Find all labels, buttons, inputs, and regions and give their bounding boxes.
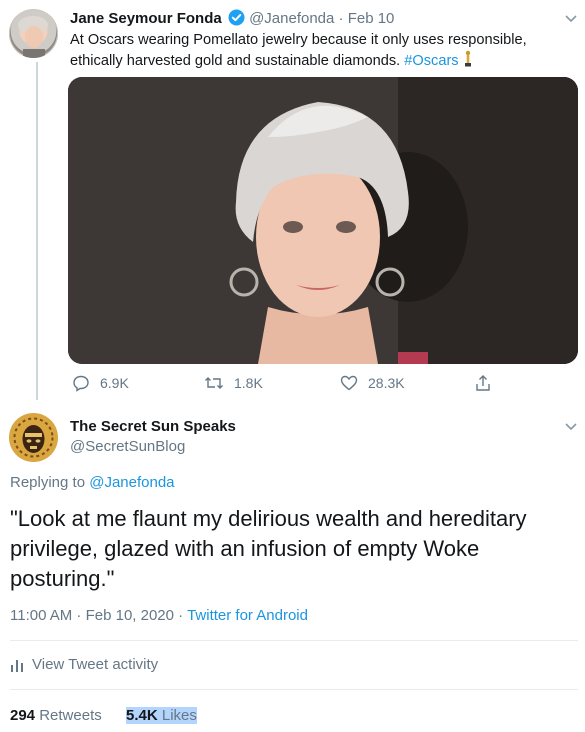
reply-icon <box>73 375 89 392</box>
tweet-photo[interactable] <box>68 77 578 364</box>
verified-badge-icon <box>228 9 245 30</box>
likes-stat[interactable]: 5.4K Likes <box>126 707 197 724</box>
hashtag-link[interactable]: #Oscars <box>404 53 458 69</box>
retweets-stat[interactable]: 294 Retweets <box>10 707 102 724</box>
tweet-text-line: privilege, glazed with an infusion of em… <box>10 536 480 561</box>
tweet-meta: 11:00 AM · Feb 10, 2020 · Twitter for An… <box>10 607 308 624</box>
reply-count: 6.9K <box>100 375 129 391</box>
tweet-date[interactable]: Feb 10 <box>348 10 395 27</box>
separator-dot: · <box>178 607 184 624</box>
heart-icon <box>340 375 358 391</box>
tweet-text: "Look at me flaunt my delirious wealth a… <box>10 504 527 594</box>
reply-action[interactable]: 6.9K <box>72 374 129 392</box>
portrait-image <box>68 77 578 364</box>
view-activity-button[interactable]: View Tweet activity <box>10 656 158 673</box>
tweet-timestamp[interactable]: 11:00 AM · Feb 10, 2020 <box>10 607 174 624</box>
separator-dot: · <box>338 10 344 27</box>
retweets-count: 294 <box>10 707 36 724</box>
oscar-trophy-icon <box>463 50 473 74</box>
share-icon[interactable] <box>474 374 492 392</box>
author-handle[interactable]: @SecretSunBlog <box>70 438 185 455</box>
tweet-text-line: ethically harvested gold and sustainable… <box>70 53 401 69</box>
tweet-header: Jane Seymour Fonda @Janefonda · Feb 10 <box>70 9 394 30</box>
tweet-source-link[interactable]: Twitter for Android <box>187 607 308 624</box>
avatar-image-icon <box>9 9 58 58</box>
author-handle[interactable]: @Janefonda <box>249 10 334 27</box>
retweet-icon <box>205 377 223 389</box>
tweet-text-line: "Look at me flaunt my delirious wealth a… <box>10 506 527 531</box>
divider <box>10 689 578 690</box>
chevron-down-icon[interactable] <box>563 418 579 434</box>
like-count: 28.3K <box>368 375 405 391</box>
like-action[interactable]: 28.3K <box>340 374 405 392</box>
avatar-secretsunblog[interactable] <box>9 413 58 462</box>
tweet-text: At Oscars wearing Pomellato jewelry beca… <box>70 31 527 74</box>
tweet-text-line: At Oscars wearing Pomellato jewelry beca… <box>70 32 527 48</box>
view-activity-label: View Tweet activity <box>32 656 159 673</box>
author-name[interactable]: The Secret Sun Speaks <box>70 418 236 435</box>
replying-to-link[interactable]: @Janefonda <box>89 474 174 491</box>
replying-prefix: Replying to <box>10 474 86 491</box>
likes-label: Likes <box>161 707 197 724</box>
retweets-label: Retweets <box>39 707 102 724</box>
tweet-text-line: posturing." <box>10 566 115 591</box>
likes-count: 5.4K <box>126 707 158 724</box>
mask-avatar-icon <box>9 413 58 462</box>
replying-to: Replying to @Janefonda <box>10 474 175 491</box>
thread-connector <box>36 62 38 400</box>
avatar-janefonda[interactable] <box>9 9 58 58</box>
divider <box>10 640 578 641</box>
chevron-down-icon[interactable] <box>563 10 579 26</box>
retweet-count: 1.8K <box>234 375 263 391</box>
author-name[interactable]: Jane Seymour Fonda <box>70 10 222 27</box>
retweet-action[interactable]: 1.8K <box>204 374 263 392</box>
analytics-icon <box>11 659 23 672</box>
